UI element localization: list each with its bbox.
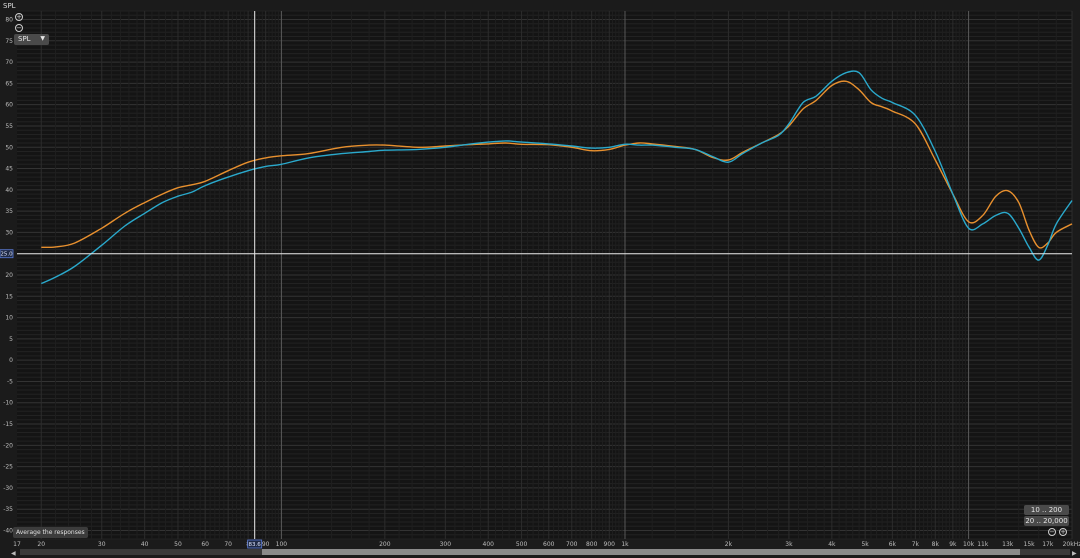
y-axis-title: SPL: [3, 2, 16, 10]
x-tick-label: 40: [141, 541, 149, 548]
x-tick-label: 3k: [785, 541, 793, 548]
x-tick-label: 70: [224, 541, 232, 548]
average-responses-button[interactable]: Average the responses: [13, 527, 88, 538]
x-tick-label: 900: [604, 541, 616, 548]
x-tick-label: 9k: [949, 541, 957, 548]
x-tick-label: 5k: [861, 541, 869, 548]
y-tick-label: 0: [9, 357, 13, 364]
x-tick-label: 200: [379, 541, 391, 548]
y-tick-label: 15: [5, 293, 13, 300]
x-tick-label: 30: [98, 541, 106, 548]
zoom-out-icon[interactable]: −: [15, 24, 23, 32]
y-tick-label: 70: [5, 59, 13, 66]
frequency-response-chart[interactable]: 80757065605550454035302520151050-5-10-15…: [0, 0, 1080, 558]
y-tick-label: -15: [3, 421, 13, 428]
x-tick-label: 100: [276, 541, 288, 548]
x-tick-label: 300: [440, 541, 452, 548]
x-tick-label: 20kHz: [1063, 541, 1080, 548]
y-tick-label: 50: [5, 144, 13, 151]
x-tick-label: 1k: [621, 541, 629, 548]
y-tick-label: 35: [5, 208, 13, 215]
x-tick-label: 17k: [1042, 541, 1054, 548]
x-axis: 1720304050607089010020030040050060070080…: [13, 541, 1080, 548]
range-button-20-20000[interactable]: 20 .. 20,000: [1024, 516, 1069, 526]
y-tick-label: 45: [5, 166, 13, 173]
y-tick-label: -40: [3, 527, 13, 534]
y-tick-label: -35: [3, 506, 13, 513]
y-tick-label: 55: [5, 123, 13, 130]
cursor-y-readout: 25.0: [0, 252, 13, 258]
y-tick-label: -10: [3, 400, 13, 407]
x-tick-label: 13k: [1002, 541, 1014, 548]
cursor-x-readout: 83.6: [249, 542, 262, 548]
x-tick-label: 7k: [912, 541, 920, 548]
x-tick-label: 400: [483, 541, 495, 548]
x-tick-label: 17: [13, 541, 21, 548]
x-tick-label: 50: [174, 541, 182, 548]
x-tick-label: 8k: [932, 541, 940, 548]
x-tick-label: 90: [262, 541, 270, 548]
y-tick-label: 20: [5, 272, 13, 279]
y-tick-label: 40: [5, 187, 13, 194]
x-tick-label: 600: [543, 541, 555, 548]
y-tick-label: 30: [5, 229, 13, 236]
x-tick-label: 20: [37, 541, 45, 548]
x-tick-label: 700: [566, 541, 578, 548]
chevron-down-icon: ▼: [40, 35, 45, 42]
y-tick-label: -5: [7, 378, 13, 385]
scroll-right-button[interactable]: ▶: [1072, 550, 1077, 557]
y-tick-label: 65: [5, 80, 13, 87]
scroll-left-button[interactable]: ◀: [11, 550, 16, 557]
y-tick-label: -20: [3, 442, 13, 449]
range-button-10-200[interactable]: 10 .. 200: [1024, 505, 1069, 515]
horizontal-zoom-in-icon[interactable]: +: [1059, 528, 1067, 536]
y-axis: 80757065605550454035302520151050-5-10-15…: [3, 17, 13, 535]
x-tick-label: 15k: [1024, 541, 1036, 548]
y-tick-label: 60: [5, 102, 13, 109]
x-tick-label: 2k: [725, 541, 733, 548]
x-tick-label: 60: [201, 541, 209, 548]
y-tick-label: 75: [5, 38, 13, 45]
x-tick-label: 10k: [963, 541, 975, 548]
x-tick-label: 800: [586, 541, 598, 548]
x-tick-label: 500: [516, 541, 528, 548]
bottom-scrollbar[interactable]: ◀ ▶: [11, 549, 1077, 557]
x-tick-label: 4k: [828, 541, 836, 548]
zoom-in-icon[interactable]: +: [15, 13, 23, 21]
horizontal-zoom-out-icon[interactable]: −: [1048, 528, 1056, 536]
y-tick-label: -25: [3, 464, 13, 471]
x-tick-label: 11k: [977, 541, 989, 548]
x-tick-label: 6k: [889, 541, 897, 548]
scrollbar-thumb[interactable]: [262, 549, 1020, 555]
spl-dropdown-label: SPL: [18, 35, 31, 43]
y-tick-label: 10: [5, 315, 13, 322]
y-tick-label: -30: [3, 485, 13, 492]
spl-dropdown[interactable]: SPL ▼: [14, 34, 49, 45]
y-tick-label: 80: [5, 17, 13, 24]
y-tick-label: 5: [9, 336, 13, 343]
